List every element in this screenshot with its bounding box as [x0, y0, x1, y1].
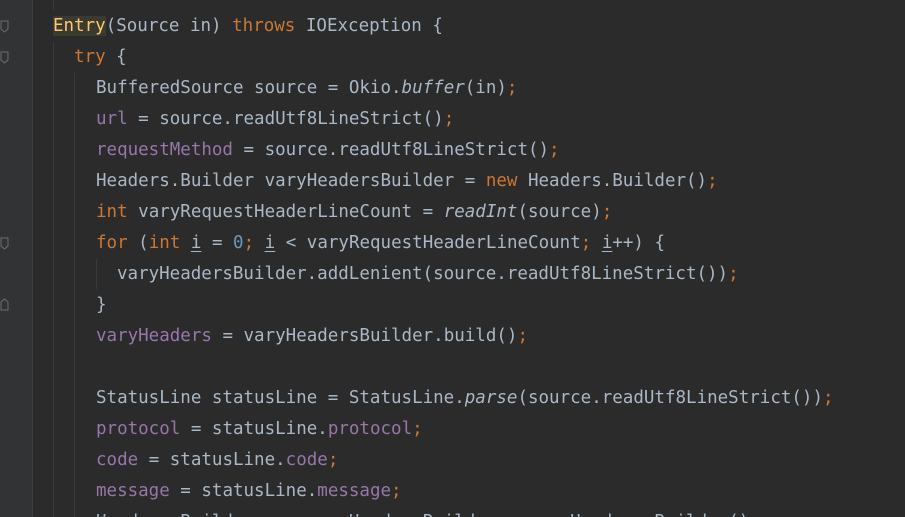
code-token: varyRequestHeaderLineCount =	[138, 202, 444, 222]
code-line[interactable]: Headers.Builder responseHeadersBuilder =…	[96, 507, 760, 517]
code-token: ;	[707, 171, 718, 191]
code-token: Headers.Builder varyHeadersBuilder =	[96, 171, 486, 191]
code-token: =	[201, 233, 234, 253]
code-token: int	[96, 202, 139, 222]
indent-guide	[96, 259, 97, 289]
code-line[interactable]: BufferedSource source = Okio.buffer(in);	[96, 73, 517, 104]
code-line[interactable]: Entry(Source in) throws IOException {	[53, 11, 443, 42]
code-token: i	[264, 233, 276, 253]
code-token: new	[528, 512, 570, 517]
code-editor[interactable]: Entry(Source in) throws IOException {try…	[0, 0, 905, 517]
code-token: ;	[749, 512, 760, 517]
code-token: (source.readUtf8LineStrict())	[517, 388, 823, 408]
code-line[interactable]: varyHeadersBuilder.addLenient(source.rea…	[117, 259, 739, 290]
code-token: = source.readUtf8LineStrict()	[127, 109, 444, 129]
indent-guide	[53, 42, 54, 517]
code-token: message	[317, 481, 392, 501]
fold-marker-icon[interactable]	[0, 51, 9, 64]
code-token: new	[485, 171, 528, 191]
code-line[interactable]: requestMethod = source.readUtf8LineStric…	[96, 135, 560, 166]
fold-marker-icon[interactable]	[0, 20, 9, 33]
code-token: (	[138, 233, 149, 253]
code-line[interactable]: for (int i = 0; i < varyRequestHeaderLin…	[96, 228, 665, 259]
code-token: ;	[327, 450, 339, 470]
code-token: int	[148, 233, 191, 253]
code-token: IOException {	[305, 16, 443, 36]
code-line[interactable]: protocol = statusLine.protocol;	[96, 414, 423, 445]
code-line[interactable]: url = source.readUtf8LineStrict();	[96, 104, 454, 135]
indent-guide	[53, 0, 54, 10]
code-token: 0	[233, 233, 244, 253]
code-token: = statusLine.	[169, 481, 318, 501]
code-token: i	[601, 233, 613, 253]
fold-end-marker-icon[interactable]	[0, 298, 9, 311]
code-line[interactable]: try {	[74, 42, 127, 73]
code-token: ;	[443, 109, 455, 129]
code-token: = source.readUtf8LineStrict()	[232, 140, 550, 160]
code-token: varyHeadersBuilder.addLenient(source.rea…	[117, 264, 729, 284]
code-token: (source)	[517, 202, 602, 222]
code-token: (in)	[464, 78, 507, 98]
code-token: ;	[728, 264, 739, 284]
code-token: readInt	[443, 202, 518, 222]
code-token: ++) {	[612, 233, 666, 253]
code-line[interactable]: Headers.Builder varyHeadersBuilder = new…	[96, 166, 718, 197]
code-token: ;	[549, 140, 560, 160]
code-token: ;	[601, 202, 613, 222]
code-token: code	[285, 450, 328, 470]
code-token: = statusLine.	[180, 419, 328, 439]
code-token: message	[96, 481, 170, 501]
indent-guide	[74, 73, 75, 517]
fold-marker-icon[interactable]	[0, 237, 9, 250]
code-token: requestMethod	[96, 140, 233, 160]
code-token: parse	[464, 388, 518, 408]
code-token: protocol	[327, 419, 413, 439]
code-token: for	[96, 233, 139, 253]
code-line[interactable]: message = statusLine.message;	[96, 476, 402, 507]
code-token: ;	[517, 326, 528, 346]
code-line[interactable]: StatusLine statusLine = StatusLine.parse…	[96, 383, 834, 414]
code-token: = varyHeadersBuilder.build()	[211, 326, 518, 346]
code-line[interactable]: }	[96, 290, 107, 321]
code-token: StatusLine statusLine = StatusLine.	[96, 388, 465, 408]
code-line[interactable]: code = statusLine.code;	[96, 445, 338, 476]
code-token: }	[96, 295, 107, 315]
code-token: ;	[823, 388, 834, 408]
code-token: i	[190, 233, 202, 253]
code-line[interactable]: int varyRequestHeaderLineCount = readInt…	[96, 197, 612, 228]
code-token: Headers.Builder responseHeadersBuilder =	[96, 512, 528, 517]
code-token: (Source in)	[105, 16, 233, 36]
code-token: protocol	[96, 419, 181, 439]
code-token: < varyRequestHeaderLineCount	[275, 233, 581, 253]
code-token: ;	[391, 481, 402, 501]
code-token: Headers.Builder()	[570, 512, 749, 517]
code-token: Entry	[53, 16, 106, 36]
code-token: code	[96, 450, 139, 470]
code-token: try	[74, 47, 117, 67]
code-token: buffer	[401, 78, 465, 98]
code-token: BufferedSource source = Okio.	[96, 78, 402, 98]
code-token: ;	[243, 233, 265, 253]
code-token: Headers.Builder()	[527, 171, 708, 191]
code-token: = statusLine.	[138, 450, 286, 470]
code-token: throws	[232, 16, 306, 36]
code-token: ;	[412, 419, 423, 439]
code-token: url	[96, 109, 128, 129]
code-token: ;	[580, 233, 602, 253]
editor-gutter[interactable]	[0, 0, 33, 517]
code-token: ;	[506, 78, 518, 98]
code-line[interactable]: varyHeaders = varyHeadersBuilder.build()…	[96, 321, 528, 352]
code-token: {	[116, 47, 127, 67]
code-token: varyHeaders	[96, 326, 212, 346]
